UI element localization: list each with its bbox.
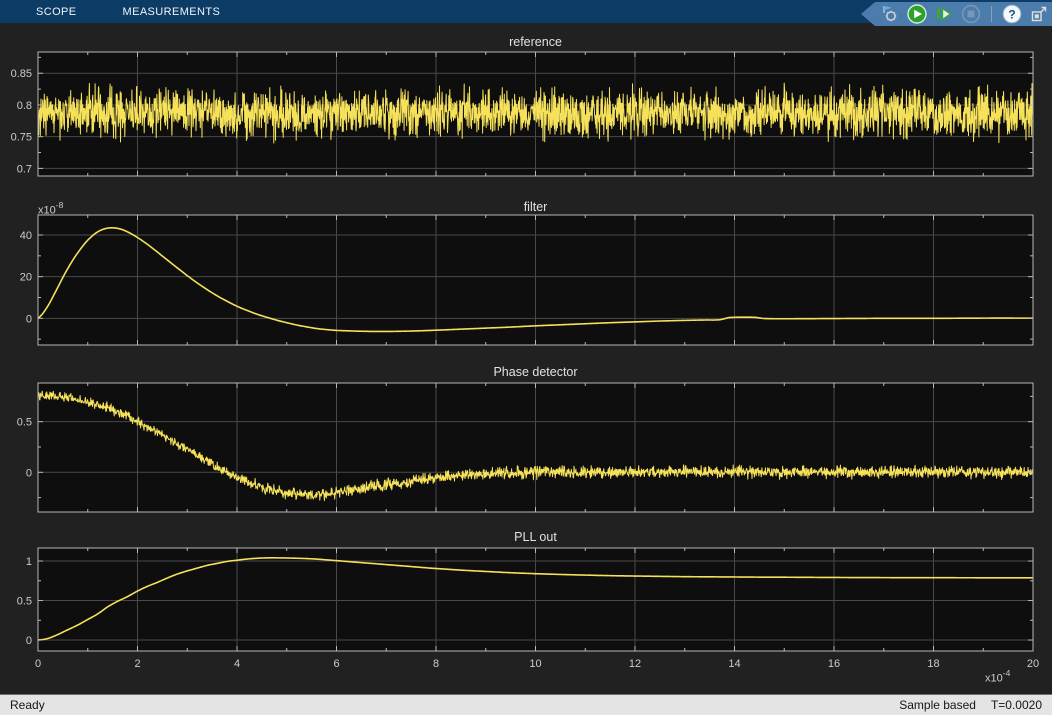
status-bar: Ready Sample based T=0.0020 (0, 694, 1052, 715)
step-forward-button[interactable] (933, 3, 955, 25)
status-right-group: Sample based T=0.0020 (899, 698, 1042, 712)
svg-text:?: ? (1008, 7, 1015, 21)
simulation-controls-banner: ? (861, 2, 1052, 26)
simulation-settings-icon[interactable] (879, 3, 901, 25)
plot-title-filter: filter (38, 199, 1033, 215)
filter-y-scale-exp: -8 (56, 200, 64, 210)
x-scale-base: x10 (985, 673, 1003, 685)
status-text: Ready (10, 698, 45, 712)
tab-scope[interactable]: SCOPE (36, 0, 77, 23)
plot-title-reference: reference (38, 34, 1033, 50)
play-icon (906, 3, 928, 25)
filter-y-scale-label: x10-8 (38, 201, 63, 217)
toolstrip: SCOPE MEASUREMENTS (0, 0, 1052, 23)
x-axis-scale-label: x10-4 (985, 669, 1010, 685)
help-icon: ? (1001, 3, 1023, 25)
gear-flag-icon (879, 3, 901, 25)
scope-display-area[interactable] (0, 23, 1052, 693)
status-sample-mode: Sample based (899, 698, 976, 712)
x-scale-exp: -4 (1003, 668, 1011, 678)
plot-title-phase-detector: Phase detector (38, 364, 1033, 380)
run-button[interactable] (906, 3, 928, 25)
step-forward-icon (933, 3, 955, 25)
help-button[interactable]: ? (1001, 3, 1023, 25)
filter-y-scale-base: x10 (38, 205, 56, 217)
popout-button[interactable] (1028, 3, 1050, 25)
popout-icon (1028, 3, 1050, 25)
stop-icon (960, 3, 982, 25)
tab-measurements[interactable]: MEASUREMENTS (123, 0, 221, 23)
plot-title-pll-out: PLL out (38, 529, 1033, 545)
scope-window: SCOPE MEASUREMENTS (0, 0, 1052, 715)
status-sim-time: T=0.0020 (991, 698, 1042, 712)
toolbar-divider (991, 6, 992, 22)
stop-button[interactable] (960, 3, 982, 25)
